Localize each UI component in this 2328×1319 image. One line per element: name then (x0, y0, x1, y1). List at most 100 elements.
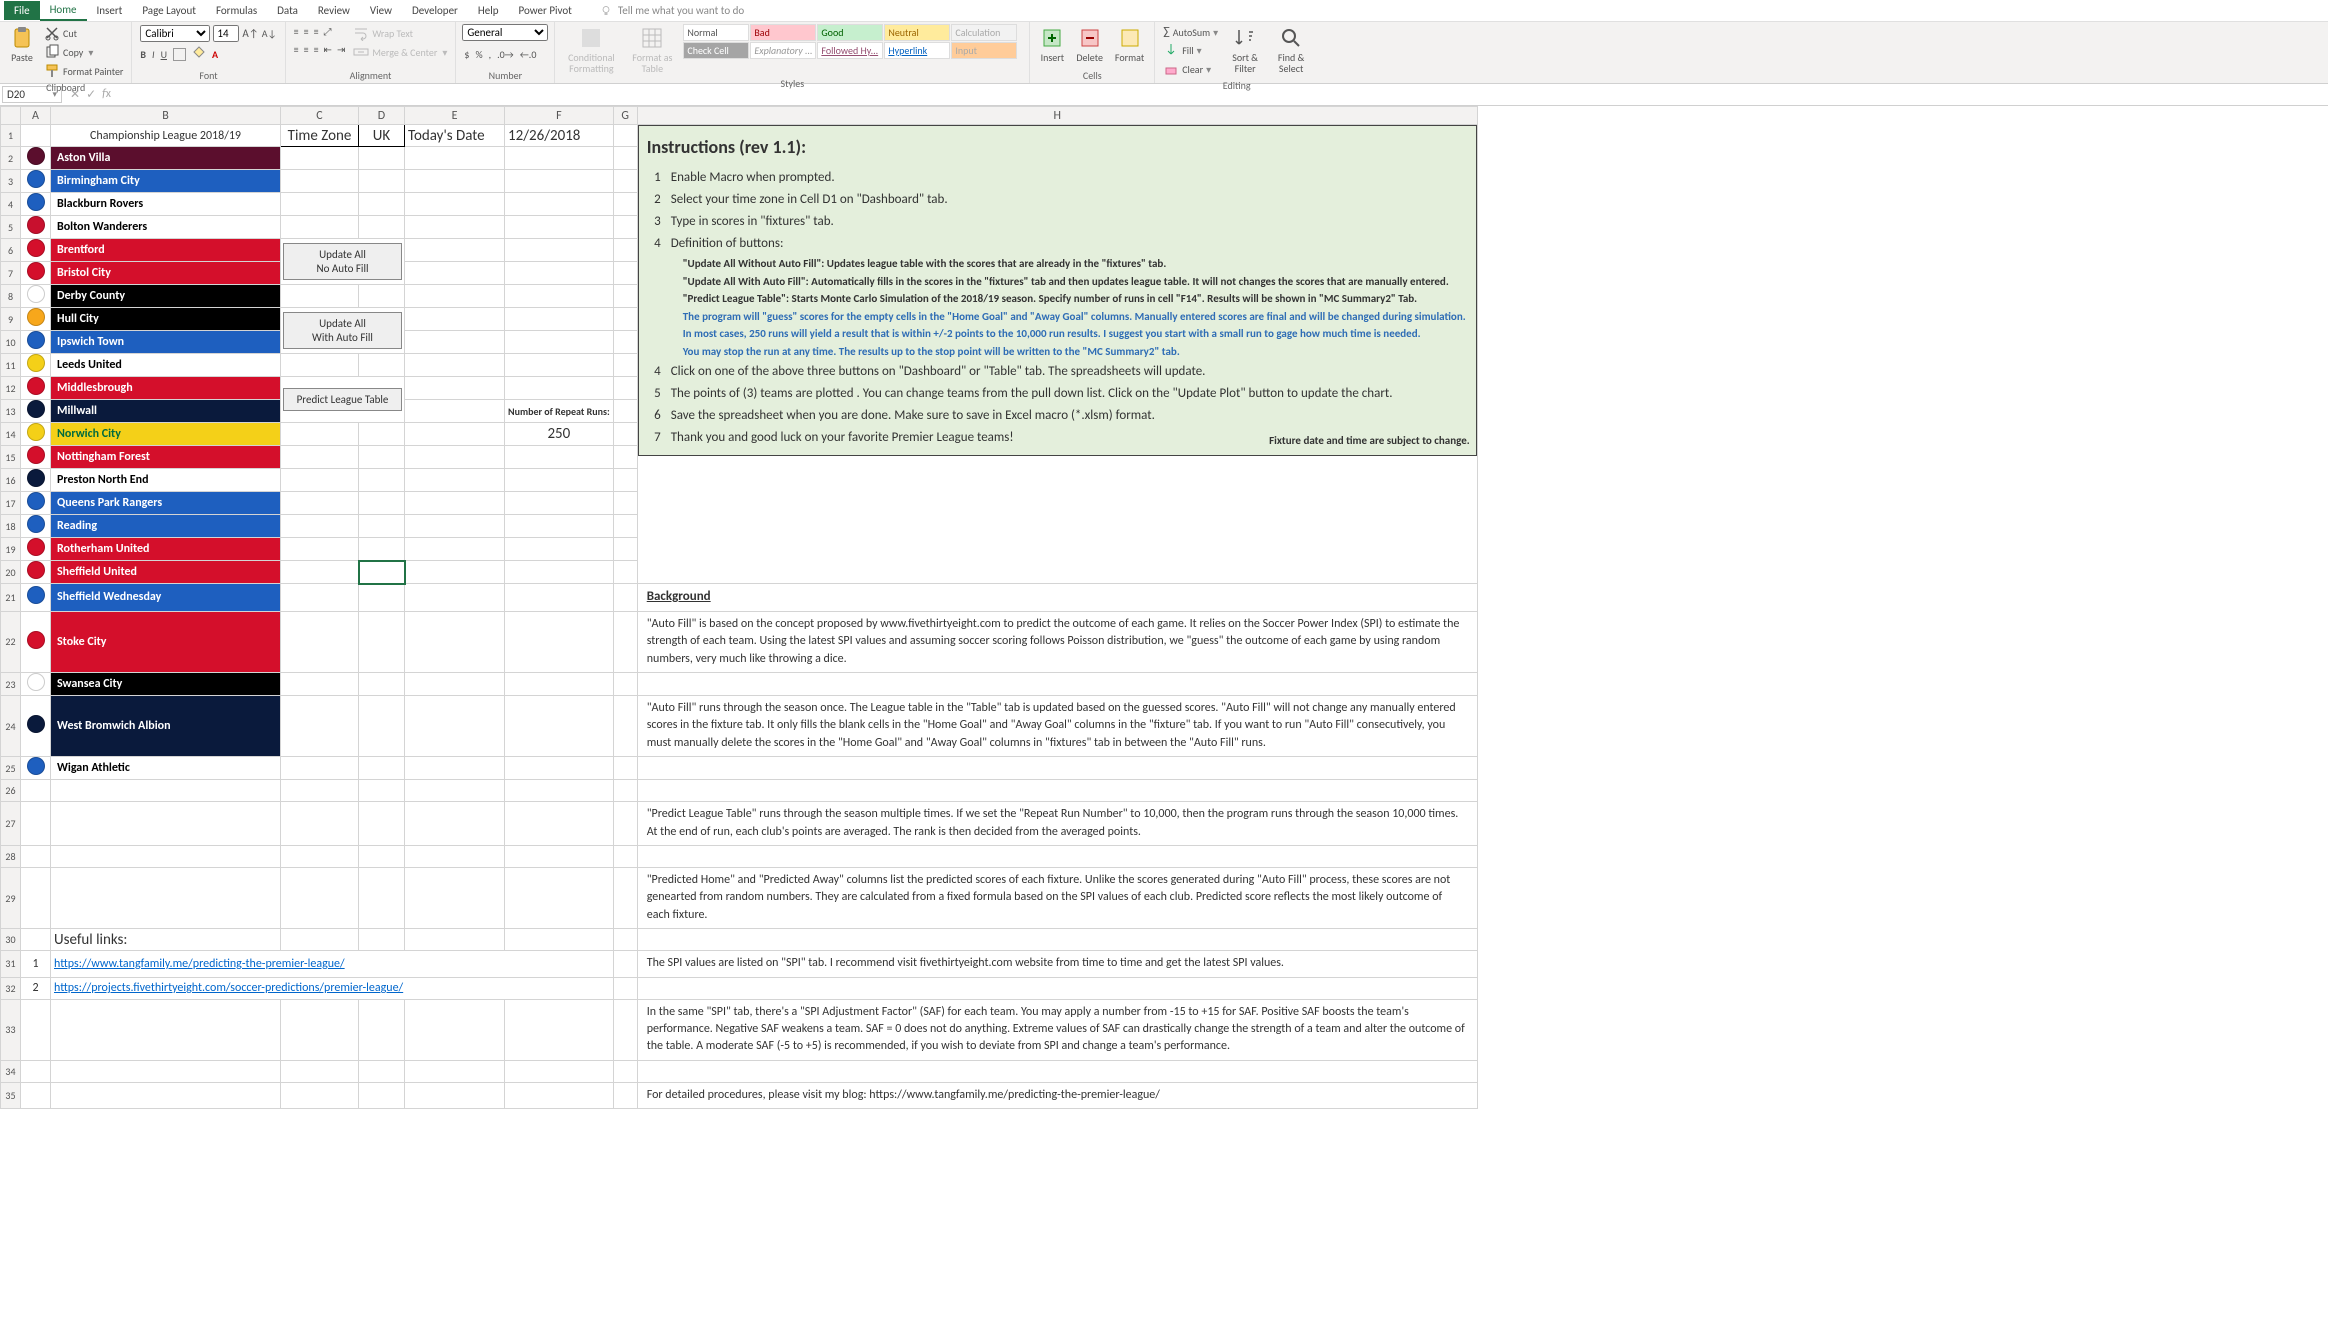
paste-button[interactable]: Paste (6, 24, 38, 65)
row-header[interactable]: 17 (1, 492, 21, 515)
col-header[interactable]: A (21, 107, 51, 125)
row-header[interactable]: 13 (1, 400, 21, 423)
format-cells-button[interactable]: Format (1111, 24, 1148, 65)
style-cell[interactable]: Check Cell (683, 42, 749, 59)
row-header[interactable]: 7 (1, 262, 21, 285)
tab-help[interactable]: Help (468, 1, 509, 20)
row-header[interactable]: 16 (1, 469, 21, 492)
row-header[interactable]: 35 (1, 1082, 21, 1108)
row-header[interactable]: 33 (1, 999, 21, 1060)
row-header[interactable]: 22 (1, 611, 21, 672)
row-header[interactable]: 4 (1, 193, 21, 216)
useful-link[interactable]: https://projects.fivethirtyeight.com/soc… (54, 981, 403, 995)
align-middle-icon[interactable]: ≡ (304, 25, 309, 38)
row-header[interactable]: 5 (1, 216, 21, 239)
repeat-runs-value[interactable]: 250 (505, 423, 614, 446)
style-cell[interactable]: Bad (750, 24, 816, 41)
row-header[interactable]: 1 (1, 125, 21, 147)
tab-review[interactable]: Review (308, 1, 360, 20)
indent-decrease-icon[interactable]: ⇤ (324, 43, 332, 56)
align-top-icon[interactable]: ≡ (294, 25, 299, 38)
tab-developer[interactable]: Developer (402, 1, 468, 20)
fill-button[interactable]: Fill▾ (1161, 41, 1220, 59)
row-header[interactable]: 32 (1, 977, 21, 999)
worksheet[interactable]: A B C D E F G H 1Championship League 201… (0, 106, 2328, 1319)
row-header[interactable]: 21 (1, 584, 21, 612)
tab-insert[interactable]: Insert (87, 1, 133, 20)
tab-home[interactable]: Home (40, 0, 87, 21)
row-header[interactable]: 18 (1, 515, 21, 538)
row-header[interactable]: 29 (1, 867, 21, 928)
row-header[interactable]: 12 (1, 377, 21, 400)
sort-filter-button[interactable]: Sort & Filter (1224, 24, 1266, 76)
style-cell[interactable]: Input (951, 42, 1017, 59)
orientation-icon[interactable]: ⤢ (324, 25, 332, 38)
row-header[interactable]: 34 (1, 1060, 21, 1082)
decrease-decimal-icon[interactable]: ←.0 (520, 48, 537, 61)
percent-icon[interactable]: % (475, 48, 482, 61)
update-all-with-fill-button[interactable]: Update AllWith Auto Fill (283, 312, 402, 348)
style-cell[interactable]: Calculation (951, 24, 1017, 41)
col-header[interactable]: F (505, 107, 614, 125)
font-name-select[interactable]: Calibri (140, 25, 210, 42)
tellme-text[interactable]: Tell me what you want to do (618, 4, 744, 17)
row-header[interactable]: 8 (1, 285, 21, 308)
row-header[interactable]: 24 (1, 696, 21, 757)
predict-league-button[interactable]: Predict League Table (283, 388, 402, 411)
tab-view[interactable]: View (360, 1, 402, 20)
col-header[interactable]: E (405, 107, 505, 125)
col-header[interactable]: H (637, 107, 1477, 125)
align-center-icon[interactable]: ≡ (304, 43, 309, 56)
merge-center-button[interactable]: Merge & Center▾ (351, 43, 449, 61)
conditional-formatting-button[interactable]: Conditional Formatting (561, 24, 621, 76)
row-header[interactable]: 15 (1, 446, 21, 469)
cell-styles-gallery[interactable]: NormalBadGoodNeutralCalculation Check Cel… (683, 24, 1023, 59)
row-header[interactable]: 10 (1, 331, 21, 354)
tab-file[interactable]: File (4, 1, 40, 20)
style-cell[interactable]: Good (817, 24, 883, 41)
align-bottom-icon[interactable]: ≡ (314, 25, 319, 38)
tab-data[interactable]: Data (267, 1, 308, 20)
style-cell[interactable]: Explanatory ... (750, 42, 816, 59)
find-select-button[interactable]: Find & Select (1270, 24, 1312, 76)
select-all[interactable] (1, 107, 21, 125)
tab-formulas[interactable]: Formulas (206, 1, 267, 20)
row-header[interactable]: 14 (1, 423, 21, 446)
row-header[interactable]: 25 (1, 757, 21, 780)
useful-link[interactable]: https://www.tangfamily.me/predicting-the… (54, 957, 345, 971)
style-cell[interactable]: Hyperlink (884, 42, 950, 59)
decrease-font-icon[interactable]: A↓ (262, 27, 277, 40)
row-header[interactable]: 31 (1, 951, 21, 977)
border-button[interactable] (173, 48, 186, 61)
autosum-button[interactable]: ∑AutoSum▾ (1161, 24, 1220, 40)
number-format-select[interactable]: General (462, 24, 548, 41)
tab-page-layout[interactable]: Page Layout (132, 1, 206, 20)
row-header[interactable]: 23 (1, 673, 21, 696)
align-right-icon[interactable]: ≡ (314, 43, 319, 56)
row-header[interactable]: 26 (1, 780, 21, 802)
font-color-button[interactable]: A (212, 48, 218, 61)
style-cell[interactable]: Neutral (884, 24, 950, 41)
row-header[interactable]: 20 (1, 561, 21, 584)
selected-cell[interactable] (359, 561, 405, 584)
increase-decimal-icon[interactable]: .0→ (497, 48, 514, 61)
style-cell[interactable]: Followed Hy... (817, 42, 883, 59)
accounting-icon[interactable]: $ (464, 48, 469, 61)
fill-color-button[interactable] (192, 46, 206, 63)
clear-button[interactable]: Clear▾ (1161, 60, 1220, 78)
cut-button[interactable]: Cut (42, 24, 125, 42)
italic-button[interactable]: I (152, 48, 155, 61)
row-header[interactable]: 28 (1, 845, 21, 867)
comma-icon[interactable]: , (489, 48, 492, 61)
bold-button[interactable]: B (140, 48, 146, 61)
row-header[interactable]: 2 (1, 147, 21, 170)
col-header[interactable]: D (359, 107, 405, 125)
style-cell[interactable]: Normal (683, 24, 749, 41)
wrap-text-button[interactable]: Wrap Text (351, 24, 449, 42)
copy-button[interactable]: Copy▾ (42, 43, 125, 61)
col-header[interactable]: G (613, 107, 637, 125)
timezone-value[interactable]: UK (359, 125, 405, 147)
format-painter-button[interactable]: Format Painter (42, 62, 125, 80)
row-header[interactable]: 6 (1, 239, 21, 262)
row-header[interactable]: 30 (1, 929, 21, 951)
